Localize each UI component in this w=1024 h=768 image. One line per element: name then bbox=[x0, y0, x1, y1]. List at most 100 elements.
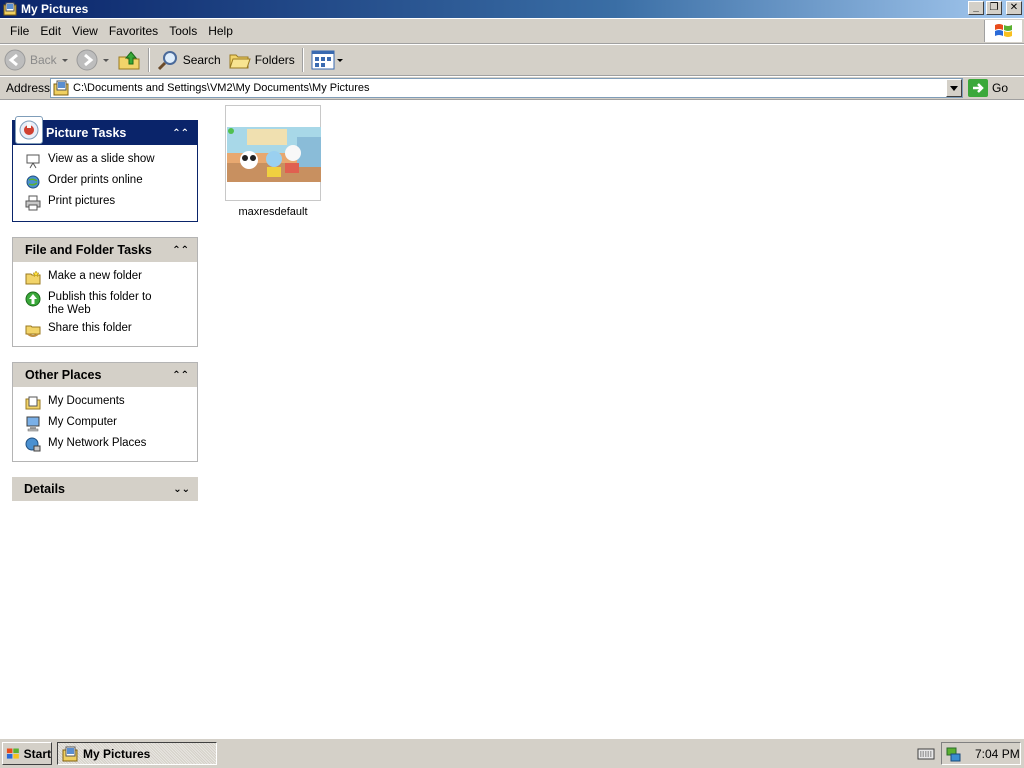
task-print-pictures[interactable]: Print pictures bbox=[25, 195, 191, 211]
network-tray-icon[interactable] bbox=[945, 746, 961, 762]
go-label: Go bbox=[992, 81, 1009, 95]
printer-icon bbox=[25, 195, 41, 211]
forward-arrow-icon bbox=[76, 49, 98, 71]
menu-file[interactable]: File bbox=[0, 24, 36, 38]
close-button[interactable]: ✕ bbox=[1006, 1, 1022, 15]
network-places-icon bbox=[25, 437, 41, 452]
my-computer-icon bbox=[26, 416, 40, 432]
search-button[interactable]: Search bbox=[153, 47, 225, 73]
publish-web-icon bbox=[25, 291, 41, 307]
other-places-header[interactable]: Other Places ⌃⌃ bbox=[13, 363, 197, 387]
minimize-icon: _ bbox=[973, 2, 979, 13]
clock[interactable]: 7:04 PM bbox=[975, 747, 1020, 761]
task-make-new-folder[interactable]: Make a new folder bbox=[25, 270, 191, 286]
task-view-slide-show[interactable]: View as a slide show bbox=[25, 153, 191, 169]
views-dropdown-icon bbox=[336, 58, 343, 62]
file-folder-tasks-title: File and Folder Tasks bbox=[25, 243, 152, 257]
back-label: Back bbox=[30, 53, 57, 67]
address-text: C:\Documents and Settings\VM2\My Documen… bbox=[73, 82, 370, 94]
views-button[interactable] bbox=[307, 47, 347, 73]
start-label: Start bbox=[23, 746, 51, 761]
details-title: Details bbox=[24, 482, 65, 496]
file-name-label[interactable]: maxresdefault bbox=[220, 206, 326, 218]
task-label: Order prints online bbox=[48, 174, 143, 186]
my-pictures-folder-icon bbox=[62, 746, 78, 761]
back-button[interactable]: Back bbox=[0, 47, 72, 73]
menu-bar: File Edit View Favorites Tools Help bbox=[0, 19, 1024, 44]
go-arrow-icon bbox=[968, 79, 988, 97]
menu-help[interactable]: Help bbox=[204, 24, 240, 38]
place-my-computer[interactable]: My Computer bbox=[25, 416, 191, 432]
forward-dropdown-icon bbox=[102, 58, 109, 62]
keyboard-icon[interactable] bbox=[917, 747, 935, 761]
details-header[interactable]: Details ⌄⌄ bbox=[12, 477, 198, 501]
picture-tasks-title: Picture Tasks bbox=[46, 126, 127, 140]
close-icon: ✕ bbox=[1009, 2, 1019, 13]
menu-tools[interactable]: Tools bbox=[165, 24, 204, 38]
menu-view[interactable]: View bbox=[68, 24, 105, 38]
search-icon bbox=[157, 51, 177, 71]
share-folder-icon bbox=[25, 325, 41, 337]
details-panel: Details ⌄⌄ bbox=[12, 477, 198, 501]
minimize-button[interactable]: _ bbox=[968, 1, 984, 15]
picture-tasks-badge-icon bbox=[15, 116, 43, 144]
restore-icon: ❐ bbox=[989, 2, 999, 13]
collapse-chevron-icon: ⌃⌃ bbox=[172, 127, 189, 139]
folders-button[interactable]: Folders bbox=[225, 47, 299, 73]
place-my-network-places[interactable]: My Network Places bbox=[25, 437, 191, 453]
windows-flag-icon bbox=[6, 748, 19, 759]
task-order-prints-online[interactable]: Order prints online bbox=[25, 174, 191, 190]
collapse-chevron-icon: ⌃⌃ bbox=[172, 369, 189, 381]
task-label: Publish this folder to the Web bbox=[48, 291, 152, 316]
picture-tasks-panel: Picture Tasks ⌃⌃ View as a slide show Or… bbox=[12, 116, 198, 222]
address-dropdown-button[interactable] bbox=[946, 79, 962, 97]
place-my-documents[interactable]: My Documents bbox=[25, 395, 191, 411]
task-label: Share this folder bbox=[48, 322, 132, 334]
windows-logo-icon bbox=[984, 20, 1022, 42]
back-dropdown-icon bbox=[61, 58, 68, 62]
start-button[interactable]: Start bbox=[2, 742, 52, 765]
folders-icon bbox=[229, 54, 251, 69]
other-places-panel: Other Places ⌃⌃ My Documents My Computer bbox=[12, 362, 198, 462]
menu-favorites[interactable]: Favorites bbox=[105, 24, 165, 38]
folders-label: Folders bbox=[254, 53, 295, 67]
system-tray: 7:04 PM bbox=[941, 742, 1021, 765]
go-button[interactable]: Go bbox=[968, 78, 1008, 98]
title-bar: My Pictures _ ❐ ✕ bbox=[0, 0, 1024, 18]
search-label: Search bbox=[182, 53, 221, 67]
file-thumbnail[interactable] bbox=[225, 105, 321, 201]
address-bar: Address C:\Documents and Settings\VM2\My… bbox=[0, 77, 1024, 100]
file-folder-tasks-header[interactable]: File and Folder Tasks ⌃⌃ bbox=[13, 238, 197, 262]
task-label: View as a slide show bbox=[48, 153, 155, 165]
back-arrow-icon bbox=[4, 49, 26, 71]
toolbar-separator bbox=[147, 48, 150, 72]
task-pane: Picture Tasks ⌃⌃ View as a slide show Or… bbox=[0, 101, 214, 738]
other-places-title: Other Places bbox=[25, 368, 102, 382]
forward-button[interactable] bbox=[72, 47, 113, 73]
my-pictures-folder-icon bbox=[53, 80, 69, 96]
globe-print-icon bbox=[26, 175, 40, 189]
window-title: My Pictures bbox=[21, 2, 89, 16]
task-label: Make a new folder bbox=[48, 270, 142, 282]
restore-button[interactable]: ❐ bbox=[986, 1, 1002, 15]
address-input[interactable]: C:\Documents and Settings\VM2\My Documen… bbox=[50, 78, 963, 98]
place-label: My Computer bbox=[48, 416, 118, 428]
menu-edit[interactable]: Edit bbox=[36, 24, 68, 38]
place-label: My Documents bbox=[48, 395, 125, 407]
new-folder-icon bbox=[25, 270, 41, 285]
taskbar-window-label: My Pictures bbox=[83, 746, 151, 761]
picture-tasks-header[interactable]: Picture Tasks ⌃⌃ bbox=[13, 116, 197, 145]
taskbar: Start My Pictures 7:04 PM bbox=[0, 738, 1024, 768]
file-folder-tasks-panel: File and Folder Tasks ⌃⌃ Make a new fold… bbox=[12, 237, 198, 347]
my-documents-icon bbox=[25, 396, 41, 410]
task-label: Print pictures bbox=[48, 195, 116, 207]
task-share-folder[interactable]: Share this folder bbox=[25, 322, 191, 338]
standard-toolbar: Back Search Folders bbox=[0, 45, 1024, 76]
up-folder-button[interactable] bbox=[113, 47, 145, 73]
taskbar-window-my-pictures[interactable]: My Pictures bbox=[57, 742, 217, 765]
slide-show-icon bbox=[26, 154, 40, 169]
address-label: Address bbox=[6, 81, 51, 95]
my-pictures-folder-icon bbox=[3, 2, 17, 16]
up-folder-icon bbox=[118, 51, 140, 70]
task-publish-folder-web[interactable]: Publish this folder to the Web bbox=[25, 291, 191, 317]
